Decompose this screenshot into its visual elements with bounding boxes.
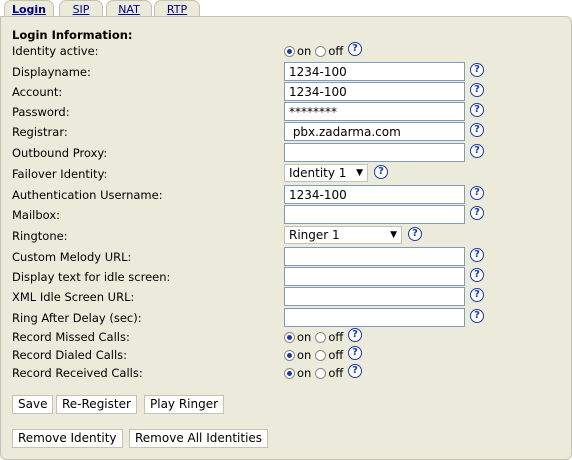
tab-bar: Login SIP NAT RTP (0, 0, 572, 18)
radio-on-label: on (297, 366, 312, 380)
account-field[interactable] (284, 82, 465, 101)
help-icon[interactable]: ? (348, 346, 362, 360)
identity-active-label: Identity active: (12, 44, 99, 58)
record-missed-row: Record Missed Calls: on off ? (12, 328, 572, 349)
custom-melody-row: Custom Melody URL: ? (12, 247, 572, 267)
radio-on-label: on (297, 44, 312, 58)
radio-on-label: on (297, 348, 312, 362)
help-icon[interactable]: ? (470, 206, 484, 220)
save-button[interactable]: Save (12, 395, 54, 414)
record-received-row: Record Received Calls: on off ? (12, 364, 572, 385)
help-icon[interactable]: ? (408, 227, 422, 241)
registrar-label: Registrar: (12, 125, 68, 139)
remove-identity-button[interactable]: Remove Identity (12, 429, 123, 448)
failover-identity-select[interactable]: Identity 1 ▼ (284, 164, 368, 182)
displayname-row: Displayname: ? (12, 62, 572, 82)
help-icon[interactable]: ? (470, 123, 484, 137)
help-icon[interactable]: ? (470, 83, 484, 97)
ringtone-label: Ringtone: (12, 229, 68, 243)
radio-off-label: off (328, 330, 344, 344)
radio-off-label: off (328, 44, 344, 58)
idle-text-field[interactable] (284, 267, 465, 286)
identity-active-radio-group: on off (284, 44, 345, 58)
custom-melody-field[interactable] (284, 247, 465, 266)
help-icon[interactable]: ? (348, 42, 362, 56)
ringtone-value: Ringer 1 (289, 228, 340, 242)
help-icon[interactable]: ? (470, 268, 484, 282)
help-icon[interactable]: ? (348, 364, 362, 378)
remove-all-identities-button[interactable]: Remove All Identities (129, 429, 269, 448)
failover-identity-row: Failover Identity: Identity 1 ▼ ? (12, 164, 572, 184)
chevron-down-icon: ▼ (356, 168, 363, 178)
record-received-off-radio[interactable] (315, 367, 327, 379)
identity-active-row: Identity active: on off ? (12, 42, 572, 63)
record-dialed-off-radio[interactable] (315, 349, 327, 361)
help-icon[interactable]: ? (470, 144, 484, 158)
xml-idle-url-field[interactable] (284, 287, 465, 306)
xml-idle-url-label: XML Idle Screen URL: (12, 290, 135, 304)
record-received-radio-group: on off (284, 366, 345, 380)
idle-text-row: Display text for idle screen: ? (12, 267, 572, 287)
auth-username-field[interactable] (284, 185, 465, 204)
account-label: Account: (12, 85, 63, 99)
outbound-proxy-label: Outbound Proxy: (12, 146, 108, 160)
play-ringer-button[interactable]: Play Ringer (144, 395, 225, 414)
registrar-field[interactable] (284, 122, 465, 141)
help-icon[interactable]: ? (470, 63, 484, 77)
record-missed-off-radio[interactable] (315, 331, 327, 343)
registrar-row: Registrar: ? (12, 122, 572, 142)
help-icon[interactable]: ? (470, 103, 484, 117)
ring-after-delay-label: Ring After Delay (sec): (12, 311, 142, 325)
outbound-proxy-field[interactable] (284, 143, 465, 162)
identity-active-off-radio[interactable] (315, 45, 327, 57)
identity-active-on-radio[interactable] (284, 45, 295, 57)
help-icon[interactable]: ? (374, 165, 388, 179)
ring-after-delay-field[interactable] (284, 308, 465, 327)
password-field[interactable] (284, 102, 465, 121)
help-icon[interactable]: ? (470, 186, 484, 200)
idle-text-label: Display text for idle screen: (12, 270, 171, 284)
radio-off-label: off (328, 366, 344, 380)
ring-after-delay-row: Ring After Delay (sec): ? (12, 308, 572, 328)
ringtone-select[interactable]: Ringer 1 ▼ (284, 226, 402, 244)
mailbox-field[interactable] (284, 205, 465, 224)
record-dialed-on-radio[interactable] (284, 349, 295, 361)
reregister-button[interactable]: Re-Register (56, 395, 137, 414)
record-received-label: Record Received Calls: (12, 366, 143, 380)
displayname-field[interactable] (284, 62, 465, 81)
failover-identity-label: Failover Identity: (12, 167, 108, 181)
password-row: Password: ? (12, 102, 572, 122)
password-label: Password: (12, 105, 70, 119)
mailbox-row: Mailbox: ? (12, 205, 572, 225)
outbound-proxy-row: Outbound Proxy: ? (12, 143, 572, 163)
account-row: Account: ? (12, 82, 572, 102)
record-received-on-radio[interactable] (284, 367, 295, 379)
record-missed-radio-group: on off (284, 330, 345, 344)
displayname-label: Displayname: (12, 65, 91, 79)
radio-on-label: on (297, 330, 312, 344)
chevron-down-icon: ▼ (390, 230, 397, 240)
custom-melody-label: Custom Melody URL: (12, 250, 132, 264)
mailbox-label: Mailbox: (12, 208, 61, 222)
auth-username-row: Authentication Username: ? (12, 185, 572, 205)
record-missed-on-radio[interactable] (284, 331, 295, 343)
record-dialed-label: Record Dialed Calls: (12, 348, 128, 362)
help-icon[interactable]: ? (470, 309, 484, 323)
record-dialed-radio-group: on off (284, 348, 345, 362)
record-missed-label: Record Missed Calls: (12, 330, 130, 344)
failover-identity-value: Identity 1 (289, 166, 347, 180)
auth-username-label: Authentication Username: (12, 188, 163, 202)
record-dialed-row: Record Dialed Calls: on off ? (12, 346, 572, 367)
xml-idle-url-row: XML Idle Screen URL: ? (12, 287, 572, 307)
ringtone-row: Ringtone: Ringer 1 ▼ ? (12, 226, 572, 246)
help-icon[interactable]: ? (470, 288, 484, 302)
help-icon[interactable]: ? (348, 328, 362, 342)
section-heading: Login Information: (12, 28, 133, 42)
radio-off-label: off (328, 348, 344, 362)
help-icon[interactable]: ? (470, 248, 484, 262)
